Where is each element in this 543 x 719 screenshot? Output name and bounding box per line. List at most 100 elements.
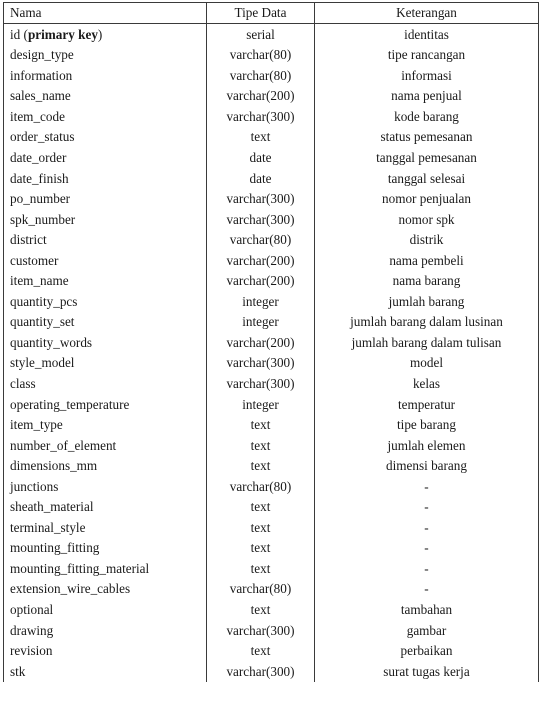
table-row: order_status text status pemesanan: [3, 126, 539, 148]
table-row: customer varchar(200) nama pembeli: [3, 250, 539, 271]
cell-keterangan: perbaikan: [400, 643, 453, 659]
cell-nama: terminal_style: [3, 517, 207, 538]
table-header-row: Nama Tipe Data Keterangan: [3, 2, 539, 24]
cell-nama: date_order: [3, 147, 207, 168]
cell-keterangan: tanggal pemesanan: [376, 149, 477, 165]
cell-tipe-data: varchar(300): [206, 373, 315, 394]
cell-keterangan: jumlah barang dalam tulisan: [351, 334, 502, 350]
cell-tipe-data: text: [206, 517, 315, 538]
cell-tipe-data: text: [206, 640, 315, 661]
table-row: information varchar(80) informasi: [3, 65, 539, 86]
cell-nama: revision: [3, 640, 207, 661]
primary-key-label: primary key: [27, 26, 98, 42]
table-row: mounting_fitting_material text -: [3, 558, 539, 579]
cell-keterangan: nomor spk: [398, 211, 455, 227]
cell-keterangan: model: [410, 355, 443, 371]
cell-nama: operating_temperature: [3, 393, 207, 415]
table-header: Nama Tipe Data Keterangan: [3, 2, 539, 24]
table-row: date_order date tanggal pemesanan: [3, 147, 539, 168]
cell-keterangan: kelas: [412, 375, 441, 391]
cell-tipe-data: text: [206, 414, 315, 435]
cell-tipe-data: integer: [206, 311, 315, 333]
cell-nama: stk: [3, 660, 207, 682]
cell-nama: extension_wire_cables: [3, 578, 207, 600]
cell-nama: optional: [3, 599, 207, 620]
table-body: id (primary key) serial identitas design_ty…: [3, 23, 539, 682]
table-row: item_type text tipe barang: [3, 414, 539, 435]
table-row: po_number varchar(300) nomor penjualan: [3, 188, 539, 209]
cell-keterangan: tipe rancangan: [387, 47, 466, 63]
cell-keterangan: informasi: [401, 67, 452, 83]
table-row: style_model varchar(300) model: [3, 352, 539, 374]
table-row: optional text tambahan: [3, 599, 539, 620]
column-header-keterangan: Keterangan: [314, 2, 539, 24]
table-row: item_code varchar(300) kode barang: [3, 106, 539, 127]
table-row: design_type varchar(80) tipe rancangan: [3, 44, 539, 66]
cell-keterangan: -: [424, 499, 429, 515]
table-row: district varchar(80) distrik: [3, 229, 539, 251]
cell-tipe-data: varchar(200): [206, 250, 315, 271]
cell-nama: drawing: [3, 619, 207, 641]
cell-nama: mounting_fitting: [3, 537, 207, 559]
cell-keterangan: kode barang: [394, 108, 459, 124]
column-header-tipe-data: Tipe Data: [206, 2, 315, 24]
cell-keterangan: jumlah barang dalam lusinan: [350, 314, 503, 330]
cell-nama: number_of_element: [3, 434, 207, 456]
table-row: item_name varchar(200) nama barang: [3, 270, 539, 292]
cell-nama: information: [3, 65, 207, 86]
cell-keterangan: nomor penjualan: [382, 191, 471, 207]
cell-keterangan: tipe barang: [397, 417, 456, 433]
cell-keterangan: -: [424, 478, 429, 494]
cell-tipe-data: varchar(80): [206, 578, 315, 600]
cell-keterangan: dimensi barang: [386, 458, 467, 474]
cell-nama: customer: [3, 250, 207, 271]
cell-tipe-data: text: [206, 434, 315, 456]
cell-nama: district: [3, 229, 207, 251]
cell-nama: id (primary key): [3, 23, 207, 45]
cell-nama: style_model: [3, 352, 207, 374]
cell-tipe-data: text: [206, 496, 315, 518]
cell-keterangan: gambar: [406, 622, 447, 638]
cell-nama: quantity_words: [3, 332, 207, 353]
cell-tipe-data: varchar(80): [206, 65, 315, 86]
cell-nama: dimensions_mm: [3, 455, 207, 477]
cell-tipe-data: integer: [206, 393, 315, 415]
table-row: drawing varchar(300) gambar: [3, 619, 539, 641]
cell-keterangan: nama penjual: [391, 88, 462, 104]
cell-nama: order_status: [3, 126, 207, 148]
cell-nama: design_type: [3, 44, 207, 66]
cell-tipe-data: varchar(300): [206, 188, 315, 209]
cell-keterangan: status pemesanan: [380, 129, 473, 145]
cell-keterangan: -: [424, 560, 429, 576]
cell-tipe-data: date: [206, 147, 315, 168]
table-row: class varchar(300) kelas: [3, 373, 539, 394]
table-row: stk varchar(300) surat tugas kerja: [3, 660, 539, 682]
cell-tipe-data: text: [206, 599, 315, 620]
cell-tipe-data: text: [206, 558, 315, 579]
table-row: junctions varchar(80) -: [3, 476, 539, 497]
table-row: operating_temperature integer temperatur: [3, 393, 539, 415]
cell-nama: date_finish: [3, 167, 207, 189]
database-schema-table: Nama Tipe Data Keterangan id (primary ke…: [3, 2, 539, 682]
cell-keterangan: surat tugas kerja: [383, 663, 470, 679]
cell-tipe-data: varchar(300): [206, 106, 315, 127]
table-row: mounting_fitting text -: [3, 537, 539, 559]
cell-nama: item_name: [3, 270, 207, 292]
table-row: dimensions_mm text dimensi barang: [3, 455, 539, 477]
cell-tipe-data: varchar(200): [206, 270, 315, 292]
table-row: id (primary key) serial identitas: [3, 23, 539, 45]
cell-nama: item_code: [3, 106, 207, 127]
cell-keterangan: temperatur: [397, 396, 456, 412]
table-row: quantity_pcs integer jumlah barang: [3, 291, 539, 312]
cell-keterangan: tanggal selesai: [387, 170, 466, 186]
cell-tipe-data: varchar(80): [206, 476, 315, 497]
table-row: number_of_element text jumlah elemen: [3, 434, 539, 456]
table-row: terminal_style text -: [3, 517, 539, 538]
table-row: quantity_words varchar(200) jumlah barang …: [3, 332, 539, 353]
cell-tipe-data: text: [206, 126, 315, 148]
cell-keterangan: nama pembeli: [389, 252, 464, 268]
cell-keterangan: tambahan: [400, 601, 453, 617]
cell-tipe-data: varchar(300): [206, 352, 315, 374]
cell-keterangan: -: [424, 581, 429, 597]
cell-tipe-data: date: [206, 167, 315, 189]
